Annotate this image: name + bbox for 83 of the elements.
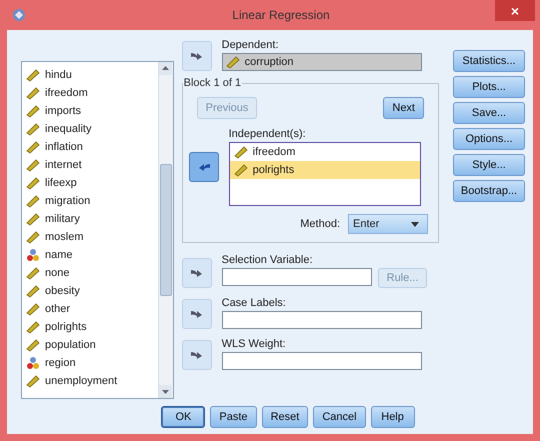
variable-list[interactable]: hindu ifreedom imports inequality inflation internet lifeexp migration military moslem name none obesity other polrights population region unemployment: [21, 61, 174, 399]
variable-item[interactable]: imports: [22, 102, 158, 120]
wls-weight-field[interactable]: [222, 352, 422, 370]
balls-icon: [26, 248, 40, 262]
move-arrow-button[interactable]: [182, 340, 212, 370]
block-legend: Block 1 of 1: [182, 77, 242, 89]
variable-item[interactable]: population: [22, 336, 158, 354]
move-arrow-button[interactable]: [182, 299, 212, 329]
independents-list[interactable]: ifreedom polrights: [228, 142, 421, 206]
variable-item[interactable]: other: [22, 300, 158, 318]
variable-item[interactable]: lifeexp: [22, 174, 158, 192]
dialog-button[interactable]: Cancel: [313, 406, 366, 428]
ruler-icon: [26, 104, 40, 118]
next-button[interactable]: Next: [383, 97, 424, 119]
case-labels-label: Case Labels:: [222, 296, 287, 311]
dialog-button[interactable]: Bootstrap...: [453, 180, 525, 202]
dialog-button[interactable]: Paste: [210, 406, 257, 428]
app-icon: [11, 7, 27, 23]
ruler-icon: [26, 140, 40, 154]
ruler-icon: [26, 230, 40, 244]
variable-item[interactable]: migration: [22, 192, 158, 210]
ruler-icon: [26, 284, 40, 298]
ruler-icon: [26, 86, 40, 100]
variable-item[interactable]: name: [22, 246, 158, 264]
move-arrow-button[interactable]: [188, 152, 219, 182]
scroll-down-icon[interactable]: [158, 385, 172, 398]
ruler-icon: [26, 374, 40, 388]
dialog-button[interactable]: OK: [161, 406, 206, 428]
variable-item[interactable]: ifreedom: [22, 84, 158, 102]
ruler-icon: [26, 266, 40, 280]
ruler-icon: [26, 194, 40, 208]
ruler-icon: [234, 145, 248, 159]
variable-item[interactable]: ifreedom: [230, 143, 420, 161]
variable-item[interactable]: unemployment: [22, 372, 158, 390]
case-labels-field[interactable]: [222, 311, 422, 329]
selection-variable-field[interactable]: [222, 268, 372, 286]
dependent-label: Dependent:: [222, 38, 280, 53]
dialog-button[interactable]: Save...: [453, 102, 525, 124]
wls-weight-label: WLS Weight:: [222, 337, 287, 352]
selection-variable-label: Selection Variable:: [222, 253, 314, 268]
variable-item[interactable]: internet: [22, 156, 158, 174]
scroll-up-icon[interactable]: [158, 62, 172, 75]
arrow-icon: [190, 349, 204, 361]
dialog-button[interactable]: Plots...: [453, 76, 525, 98]
ruler-icon: [26, 302, 40, 316]
variable-item[interactable]: moslem: [22, 228, 158, 246]
variable-item[interactable]: inequality: [22, 120, 158, 138]
method-dropdown[interactable]: Enter: [348, 214, 428, 234]
dependent-field[interactable]: corruption: [222, 53, 422, 71]
ruler-icon: [26, 176, 40, 190]
independents-label: Independent(s):: [228, 127, 307, 142]
arrow-icon: [190, 50, 204, 62]
dialog-button[interactable]: Style...: [453, 154, 525, 176]
variable-item[interactable]: obesity: [22, 282, 158, 300]
scrollbar[interactable]: [158, 62, 173, 398]
ruler-icon: [26, 320, 40, 334]
balls-icon: [26, 356, 40, 370]
window-title: Linear Regression: [232, 8, 330, 22]
ruler-icon: [26, 338, 40, 352]
ruler-icon: [26, 158, 40, 172]
variable-item[interactable]: none: [22, 264, 158, 282]
method-label: Method:: [300, 216, 340, 232]
ruler-icon: [226, 55, 240, 69]
variable-item[interactable]: hindu: [22, 66, 158, 84]
dialog-button[interactable]: Help: [370, 406, 415, 428]
dialog-button[interactable]: Options...: [453, 128, 525, 150]
ruler-icon: [26, 212, 40, 226]
variable-item[interactable]: military: [22, 210, 158, 228]
close-button[interactable]: ×: [494, 0, 535, 21]
move-arrow-button[interactable]: [182, 258, 212, 288]
dialog-button[interactable]: Statistics...: [453, 50, 525, 72]
move-arrow-button[interactable]: [182, 41, 212, 71]
caret-icon: [411, 222, 419, 226]
arrow-icon: [190, 267, 204, 279]
variable-item[interactable]: inflation: [22, 138, 158, 156]
variable-item[interactable]: region: [22, 354, 158, 372]
arrow-icon: [190, 308, 204, 320]
ruler-icon: [234, 163, 248, 177]
variable-item[interactable]: polrights: [230, 161, 420, 179]
variable-item[interactable]: polrights: [22, 318, 158, 336]
ruler-icon: [26, 122, 40, 136]
dialog-button[interactable]: Reset: [262, 406, 308, 428]
ruler-icon: [26, 68, 40, 82]
